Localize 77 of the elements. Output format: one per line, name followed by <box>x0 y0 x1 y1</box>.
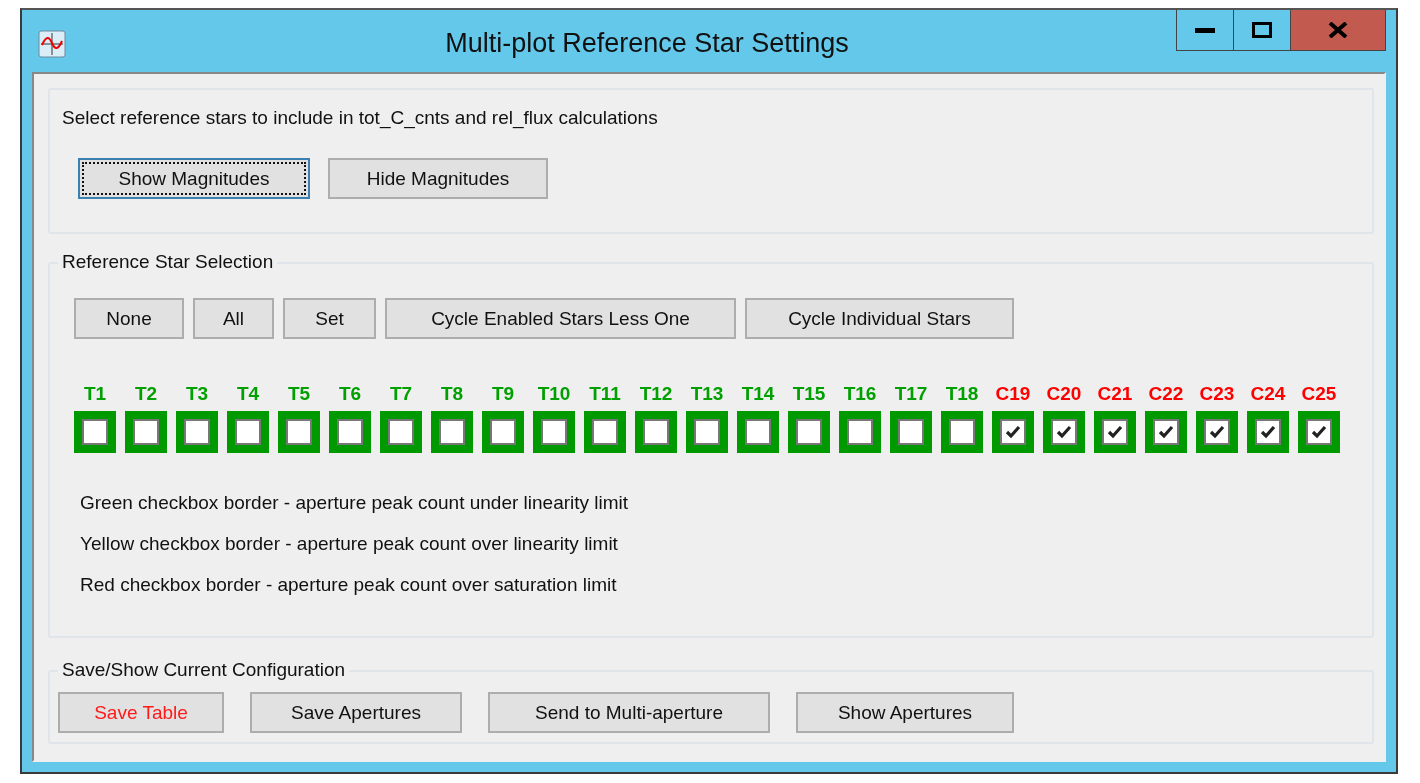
checkbox[interactable] <box>533 411 575 453</box>
checkbox[interactable] <box>890 411 932 453</box>
close-button[interactable] <box>1291 10 1385 50</box>
checkmark-icon <box>1311 425 1327 439</box>
star-label: C21 <box>1097 383 1133 405</box>
star-label: T5 <box>287 383 311 405</box>
checkbox[interactable] <box>125 411 167 453</box>
action-button[interactable]: Show Apertures <box>796 692 1014 733</box>
star-label: C19 <box>995 383 1031 405</box>
action-button[interactable]: Set <box>283 298 376 339</box>
checkbox[interactable] <box>431 411 473 453</box>
star-label: C24 <box>1250 383 1286 405</box>
checkbox[interactable] <box>1298 411 1340 453</box>
checkmark-icon <box>1209 425 1225 439</box>
legend-text: Yellow checkbox border - aperture peak count over linearity limit <box>80 532 619 556</box>
star-label: T9 <box>491 383 515 405</box>
star-label: T3 <box>185 383 209 405</box>
star-label: T10 <box>537 383 571 405</box>
star-label: T14 <box>741 383 775 405</box>
close-icon <box>1328 22 1348 38</box>
checkbox[interactable] <box>941 411 983 453</box>
checkbox[interactable] <box>74 411 116 453</box>
checkbox[interactable] <box>788 411 830 453</box>
star-label: T1 <box>83 383 107 405</box>
checkbox[interactable] <box>635 411 677 453</box>
checkmark-icon <box>1107 425 1123 439</box>
checkbox[interactable] <box>1247 411 1289 453</box>
toggle-button[interactable]: Hide Magnitudes <box>328 158 548 199</box>
checkmark-icon <box>1005 425 1021 439</box>
star-label: T4 <box>236 383 260 405</box>
legend-text: Red checkbox border - aperture peak count over saturation limit <box>80 573 618 597</box>
checkbox[interactable] <box>278 411 320 453</box>
action-button[interactable]: All <box>193 298 274 339</box>
checkbox[interactable] <box>584 411 626 453</box>
checkbox[interactable] <box>227 411 269 453</box>
checkbox[interactable] <box>176 411 218 453</box>
legend-text: Green checkbox border - aperture peak count under linearity limit <box>80 491 630 515</box>
star-label: T17 <box>894 383 928 405</box>
checkbox[interactable] <box>992 411 1034 453</box>
star-label: C22 <box>1148 383 1184 405</box>
toggle-button[interactable]: Show Magnitudes <box>78 158 310 199</box>
star-label: C20 <box>1046 383 1082 405</box>
action-button[interactable]: Save Apertures <box>250 692 462 733</box>
star-label: T7 <box>389 383 413 405</box>
checkbox[interactable] <box>1043 411 1085 453</box>
maximize-icon <box>1252 22 1272 38</box>
star-label: T15 <box>792 383 826 405</box>
action-button[interactable]: Send to Multi-aperture <box>488 692 770 733</box>
checkbox[interactable] <box>1145 411 1187 453</box>
checkbox[interactable] <box>737 411 779 453</box>
checkbox[interactable] <box>482 411 524 453</box>
checkmark-icon <box>1158 425 1174 439</box>
minimize-icon <box>1195 26 1215 34</box>
checkbox[interactable] <box>839 411 881 453</box>
action-button[interactable]: None <box>74 298 184 339</box>
star-label: T12 <box>639 383 673 405</box>
checkmark-icon <box>1056 425 1072 439</box>
star-label: T2 <box>134 383 158 405</box>
checkbox[interactable] <box>686 411 728 453</box>
plot-app-icon <box>38 30 66 58</box>
instruction-text: Select reference stars to include in tot_C_cnts and rel_flux calculations <box>62 106 659 130</box>
action-button[interactable]: Cycle Enabled Stars Less One <box>385 298 736 339</box>
star-label: T11 <box>589 383 621 405</box>
star-label: T8 <box>440 383 464 405</box>
star-label: T6 <box>338 383 362 405</box>
window-title: Multi-plot Reference Star Settings <box>444 28 850 59</box>
checkbox[interactable] <box>329 411 371 453</box>
action-button[interactable]: Cycle Individual Stars <box>745 298 1014 339</box>
star-label: T13 <box>690 383 724 405</box>
star-label: C23 <box>1199 383 1235 405</box>
checkmark-icon <box>1260 425 1276 439</box>
checkbox[interactable] <box>380 411 422 453</box>
checkbox[interactable] <box>1196 411 1238 453</box>
star-label: C25 <box>1301 383 1337 405</box>
checkbox[interactable] <box>1094 411 1136 453</box>
star-label: T18 <box>945 383 979 405</box>
star-label: T16 <box>843 383 877 405</box>
